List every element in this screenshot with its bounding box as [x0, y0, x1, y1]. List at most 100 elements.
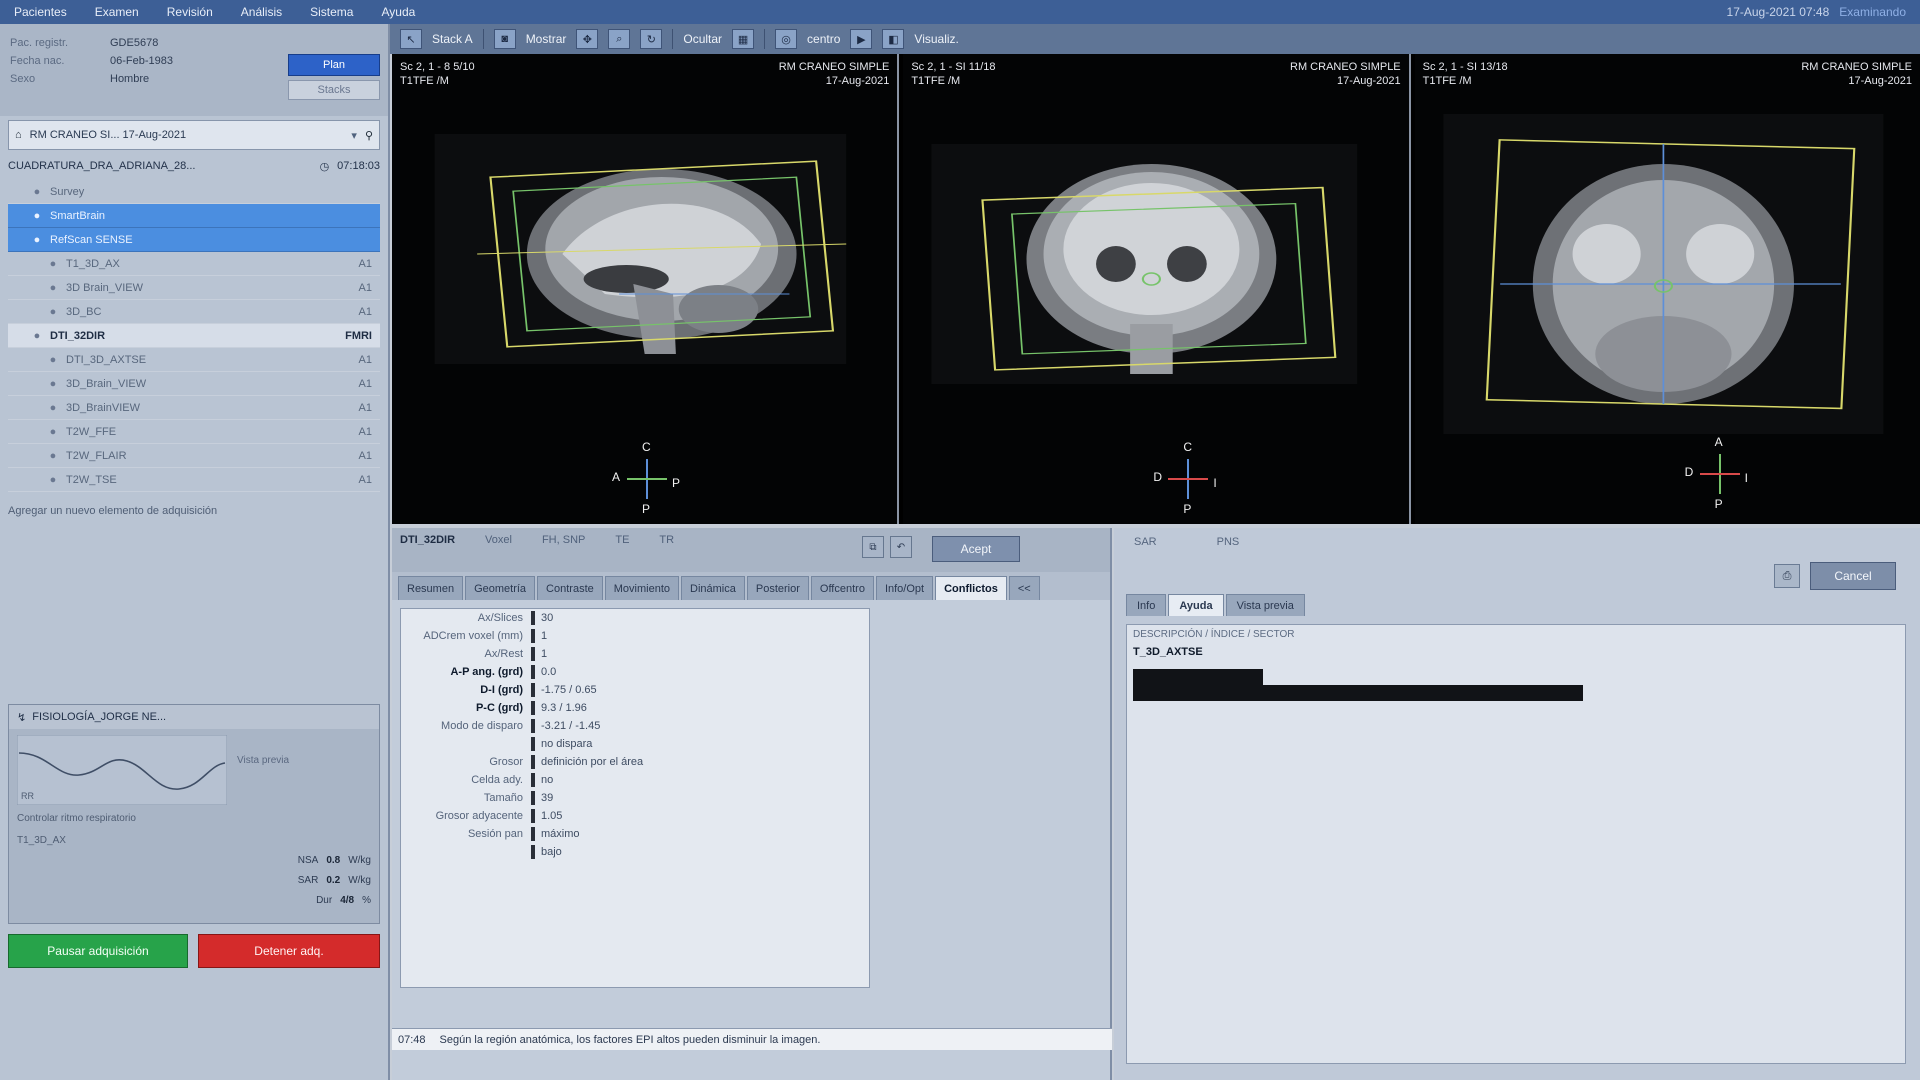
te-column: TE — [615, 534, 630, 546]
parameter-row[interactable]: Modo de disparo -3.21 / -1.45 — [401, 717, 869, 735]
menu-analisis[interactable]: Análisis — [227, 5, 296, 19]
orient-right: I — [1213, 476, 1217, 490]
scan-list-item[interactable]: ● DTI_3D_AXTSE A1 — [8, 348, 380, 372]
scan-list-item[interactable]: ● 3D_BrainVIEW A1 — [8, 396, 380, 420]
parameter-marker — [531, 827, 535, 841]
scan-tag: A1 — [358, 353, 372, 366]
visualiz-menu[interactable]: Visualiz. — [914, 32, 958, 46]
parameter-row[interactable]: no dispara — [401, 735, 869, 753]
redacted-block — [1133, 685, 1583, 701]
exam-selector[interactable]: ⌂ RM CRANEO SI... 17-Aug-2021 ▾ ⚲ — [8, 120, 380, 150]
parameter-row[interactable]: Tamaño 39 — [401, 789, 869, 807]
patient-sex-value: Hombre — [110, 73, 150, 85]
parameter-tab[interactable]: Dinámica — [681, 576, 745, 600]
menu-examen[interactable]: Examen — [81, 5, 153, 19]
parameter-row[interactable]: Celda ady. no — [401, 771, 869, 789]
viewport-axial[interactable]: Sc 2, 1 - SI 13/18 T1TFE /M RM CRANEO SI… — [1414, 54, 1920, 524]
parameter-row[interactable]: Sesión pan máximo — [401, 825, 869, 843]
parameter-marker — [531, 701, 535, 715]
accept-button[interactable]: Acept — [932, 536, 1020, 562]
plan-button[interactable]: Plan — [288, 54, 380, 76]
scan-status-icon: ● — [33, 185, 41, 198]
menu-pacientes[interactable]: Pacientes — [0, 5, 81, 19]
voxel-column: Voxel — [485, 534, 512, 546]
parameter-marker — [531, 809, 535, 823]
tab-info[interactable]: Info — [1126, 594, 1167, 616]
stack-selector[interactable]: Stack A — [432, 32, 473, 46]
preview-link[interactable]: Vista previa — [237, 755, 289, 766]
undo-icon[interactable]: ↶ — [890, 536, 912, 558]
pause-acquisition-button[interactable]: Pausar adquisición — [8, 934, 188, 968]
tab-vista-previa[interactable]: Vista previa — [1225, 594, 1305, 616]
parameter-row[interactable]: bajo — [401, 843, 869, 861]
parameter-tab[interactable]: Geometría — [465, 576, 536, 600]
scan-list-item[interactable]: ● SmartBrain — [8, 204, 380, 228]
play-icon[interactable]: ▶ — [850, 29, 873, 49]
menu-bar: Pacientes Examen Revisión Análisis Siste… — [0, 0, 1920, 24]
parameter-row[interactable]: Grosor definición por el área — [401, 753, 869, 771]
scan-list-item[interactable]: ● 3D Brain_VIEW A1 — [8, 276, 380, 300]
viewport-1-header-left: Sc 2, 1 - 8 5/10 T1TFE /M — [400, 61, 475, 87]
tab-ayuda[interactable]: Ayuda — [1168, 594, 1224, 616]
menu-revision[interactable]: Revisión — [153, 5, 227, 19]
info-tabs: Info Ayuda Vista previa — [1114, 590, 1920, 616]
filter-icon[interactable]: ⚲ — [365, 129, 373, 142]
parameter-tab[interactable]: Posterior — [746, 576, 809, 600]
parameter-row[interactable]: Grosor adyacente 1.05 — [401, 807, 869, 825]
scan-list-item[interactable]: ● 3D_BC A1 — [8, 300, 380, 324]
protocol-name: DTI_32DIR — [400, 534, 456, 546]
parameter-row[interactable]: Ax/Rest 1 — [401, 645, 869, 663]
parameter-row[interactable]: P-C (grd) 9.3 / 1.96 — [401, 699, 869, 717]
pointer-icon[interactable]: ↖ — [400, 29, 422, 49]
parameter-tab[interactable]: Contraste — [537, 576, 603, 600]
scan-list-item[interactable]: ● T2W_FLAIR A1 — [8, 444, 380, 468]
ocultar-toggle[interactable]: Ocultar — [683, 32, 722, 46]
scan-list-item[interactable]: ● T2W_FFE A1 — [8, 420, 380, 444]
parameter-row[interactable]: ADCrem voxel (mm) 1 — [401, 627, 869, 645]
parameter-tab[interactable]: Conflictos — [935, 576, 1007, 600]
chevron-down-icon[interactable]: ▾ — [351, 129, 357, 142]
scan-name: 3D_Brain_VIEW — [66, 377, 147, 390]
grid-icon[interactable]: ▦ — [732, 29, 755, 49]
pan-icon[interactable]: ✥ — [576, 29, 599, 49]
parameter-row[interactable]: Ax/Slices 30 — [401, 609, 869, 627]
home-icon[interactable]: ⌂ — [15, 129, 22, 141]
parameter-row[interactable]: A-P ang. (grd) 0.0 — [401, 663, 869, 681]
scan-list-item[interactable]: ● Survey — [8, 180, 380, 204]
parameter-marker — [531, 773, 535, 787]
copy-icon[interactable]: ⧉ — [862, 536, 884, 558]
menu-sistema[interactable]: Sistema — [296, 5, 367, 19]
mostrar-toggle[interactable]: Mostrar — [526, 32, 567, 46]
target-icon[interactable]: ◎ — [775, 29, 798, 49]
datetime-label: 17-Aug-2021 07:48 — [1726, 5, 1830, 19]
scan-list-item[interactable]: ● T1_3D_AX A1 — [8, 252, 380, 276]
print-icon[interactable]: ⎙ — [1774, 564, 1800, 588]
rotate-icon[interactable]: ↻ — [640, 29, 663, 49]
orient-left: D — [1684, 465, 1694, 479]
centro-button[interactable]: centro — [807, 32, 840, 46]
scan-list-item[interactable]: ● DTI_32DIR FMRI — [8, 324, 380, 348]
collapse-button[interactable]: << — [1008, 576, 1040, 600]
cancel-button[interactable]: Cancel — [1810, 562, 1896, 590]
toolbar-divider — [764, 29, 766, 49]
viewport-sagittal[interactable]: Sc 2, 1 - 8 5/10 T1TFE /M RM CRANEO SIMP… — [392, 54, 900, 524]
stop-acquisition-button[interactable]: Detener adq. — [198, 934, 380, 968]
parameter-tab[interactable]: Movimiento — [604, 576, 679, 600]
parameter-tab[interactable]: Info/Opt — [875, 576, 934, 600]
stacks-button[interactable]: Stacks — [288, 80, 380, 100]
orientation-marker-3: A D I P — [1684, 435, 1755, 511]
add-element-link[interactable]: Agregar un nuevo elemento de adquisición — [8, 500, 380, 522]
zoom-icon[interactable]: ⌕ — [608, 29, 631, 49]
parameter-row[interactable]: D-I (grd) -1.75 / 0.65 — [401, 681, 869, 699]
parameter-tab[interactable]: Offcentro — [810, 576, 874, 600]
scan-list-item[interactable]: ● RefScan SENSE — [8, 228, 380, 252]
parameter-value: 39 — [541, 792, 554, 804]
visualiz-icon[interactable]: ◧ — [882, 29, 905, 49]
viewport-coronal[interactable]: Sc 2, 1 - SI 11/18 T1TFE /M RM CRANEO SI… — [903, 54, 1411, 524]
menu-ayuda[interactable]: Ayuda — [367, 5, 429, 19]
camera-icon[interactable]: ◙ — [493, 29, 516, 49]
parameter-value: bajo — [541, 846, 562, 858]
scan-list-item[interactable]: ● 3D_Brain_VIEW A1 — [8, 372, 380, 396]
scan-list-item[interactable]: ● T2W_TSE A1 — [8, 468, 380, 492]
parameter-tab[interactable]: Resumen — [398, 576, 464, 600]
